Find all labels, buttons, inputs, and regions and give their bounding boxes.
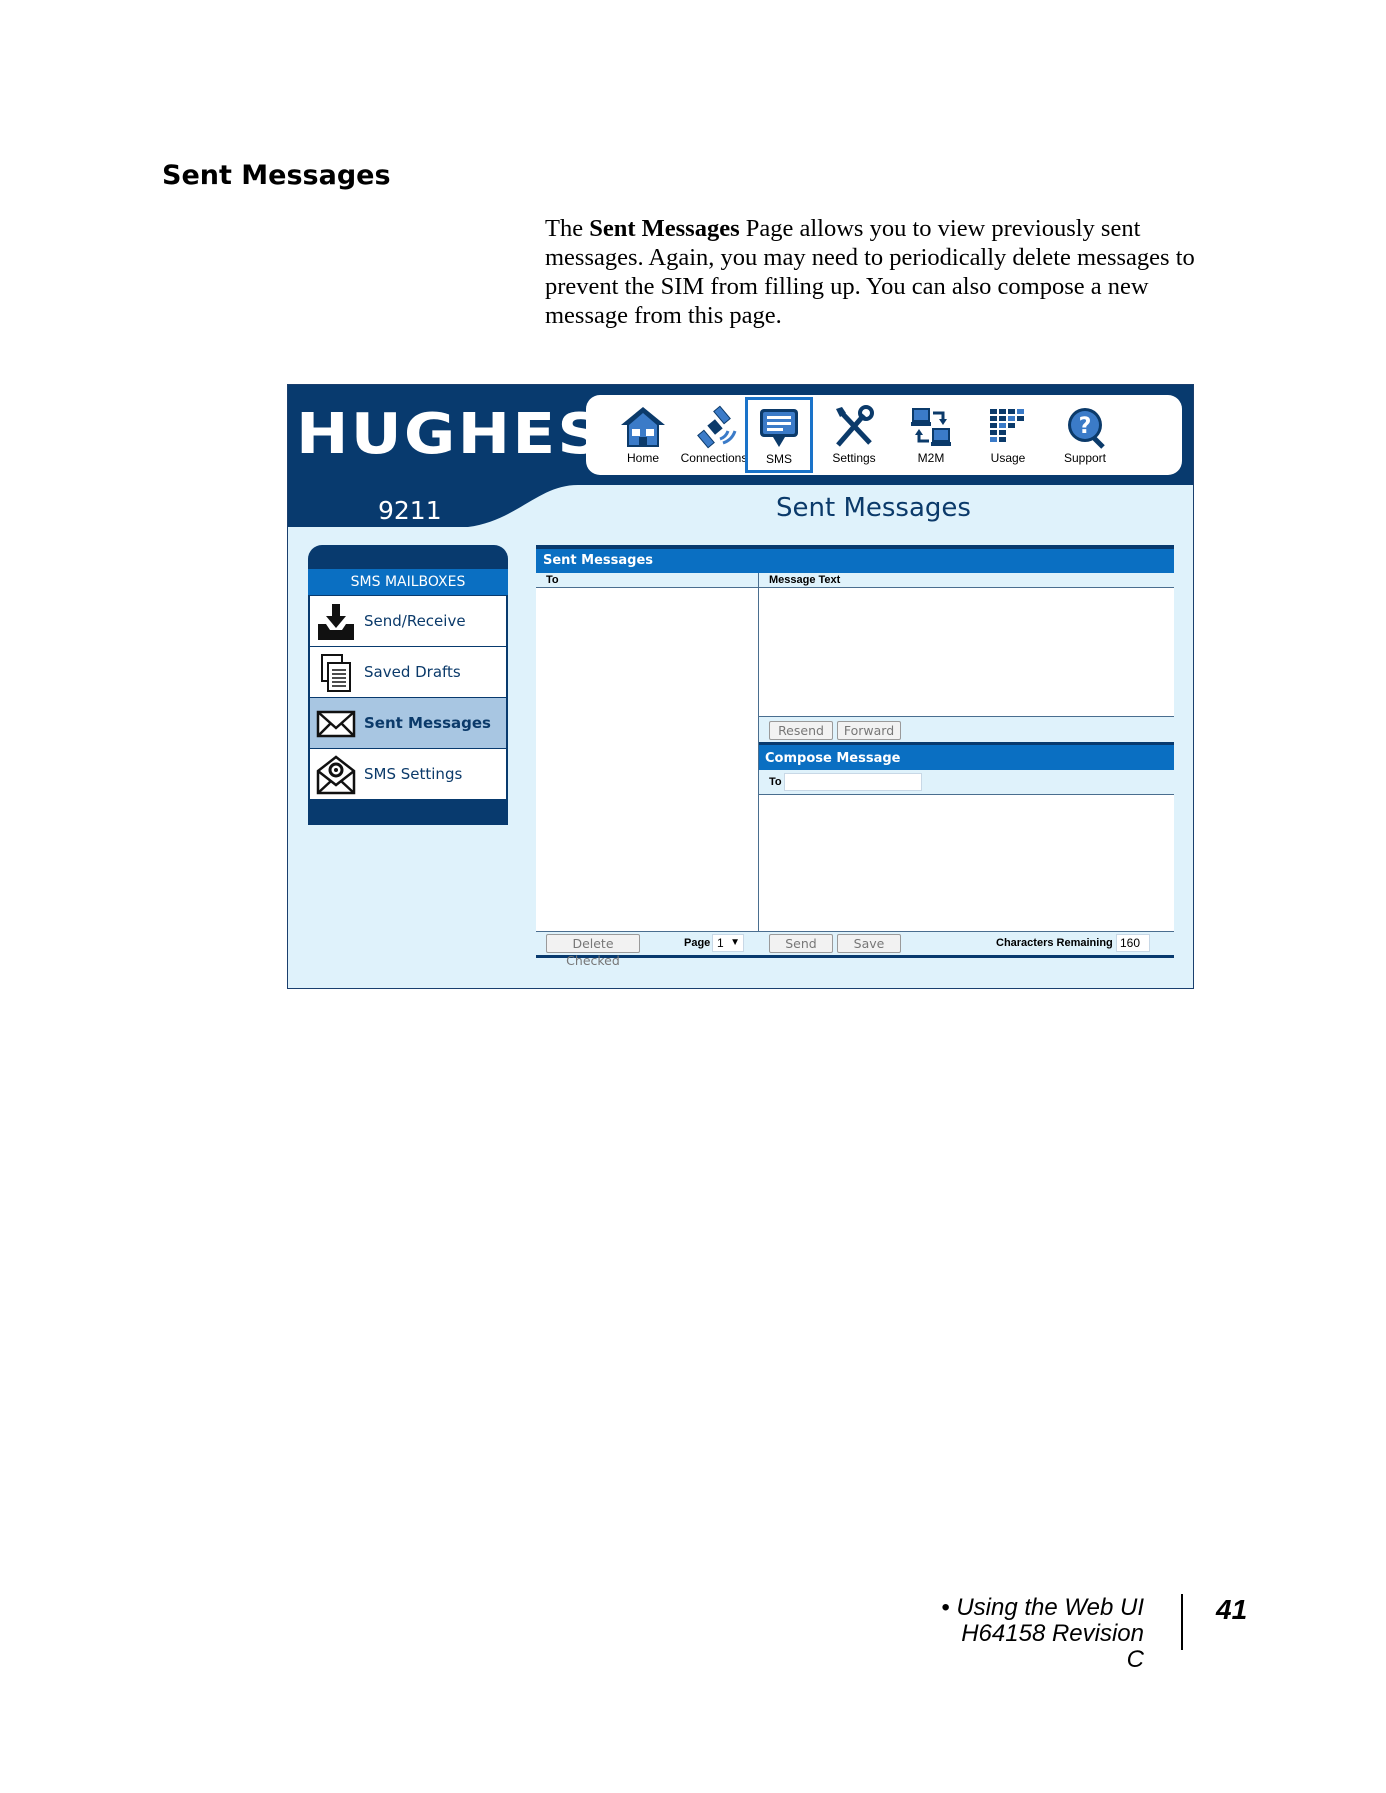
nav-sms[interactable]: SMS <box>745 397 813 473</box>
mailbox-label: Send/Receive <box>364 612 466 630</box>
hughes-logo: HUGHES <box>296 402 605 467</box>
intro-paragraph: The Sent Messages Page allows you to vie… <box>545 215 1195 329</box>
envelope-icon <box>316 710 356 738</box>
characters-remaining-value: 160 <box>1116 934 1150 952</box>
nav-label: Settings <box>832 451 876 465</box>
svg-text:?: ? <box>1079 414 1092 439</box>
m2m-icon <box>911 408 951 446</box>
compose-to-input[interactable] <box>784 773 922 791</box>
col-header-to: To <box>536 573 758 588</box>
page-select[interactable]: 1 ▼ <box>712 934 744 952</box>
page-number: 41 <box>1216 1594 1248 1625</box>
chevron-down-icon: ▼ <box>730 937 740 948</box>
drafts-icon <box>321 654 351 692</box>
footer-separator <box>1181 1594 1183 1650</box>
satellite-icon <box>697 405 737 449</box>
nav-support[interactable]: ? Support <box>1047 399 1123 471</box>
nav-home[interactable]: Home <box>605 399 681 471</box>
page-label: Page <box>684 937 711 949</box>
device-model: 9211 <box>378 496 442 525</box>
col-header-message-text: Message Text <box>759 573 1174 588</box>
nav-connections[interactable]: Connections <box>676 399 752 471</box>
mailbox-send-receive[interactable]: Send/Receive <box>310 596 506 646</box>
page-title: Sent Messages <box>776 493 971 523</box>
nav-label: Support <box>1063 451 1107 465</box>
mailbox-label: SMS Settings <box>364 765 463 783</box>
web-ui-screenshot: HUGHES Home Connections SMS Settings M2M… <box>287 384 1194 989</box>
mailbox-sent-messages[interactable]: Sent Messages <box>310 698 506 748</box>
message-actions-row: Resend Forward <box>759 716 1174 743</box>
mailbox-saved-drafts[interactable]: Saved Drafts <box>310 647 506 697</box>
send-button[interactable]: Send <box>769 934 833 953</box>
compose-message-title: Compose Message <box>759 742 1174 770</box>
resend-button[interactable]: Resend <box>769 721 833 740</box>
intro-bold: Sent Messages <box>589 215 740 242</box>
nav-usage[interactable]: Usage <box>970 399 1046 471</box>
sms-mailboxes-panel: SMS MAILBOXES Send/Receive Saved Drafts … <box>308 545 508 825</box>
nav-label: M2M <box>917 451 945 465</box>
tools-icon <box>836 405 874 447</box>
support-icon: ? <box>1068 408 1105 449</box>
home-icon <box>621 407 665 447</box>
nav-label: SMS <box>765 452 792 466</box>
sms-icon <box>760 409 798 447</box>
sent-messages-title: Sent Messages <box>536 549 1174 573</box>
footer-section: • Using the Web UI H64158 Revision C <box>941 1594 1144 1673</box>
delete-checked-button[interactable]: Delete Checked <box>546 934 640 968</box>
inbox-download-icon <box>318 604 354 640</box>
usage-icon <box>990 409 1024 442</box>
nav-m2m[interactable]: M2M <box>893 399 969 471</box>
main-nav: Home Connections SMS Settings M2M Usage … <box>586 395 1182 475</box>
envelope-gear-icon <box>316 755 356 795</box>
mailbox-sms-settings[interactable]: SMS Settings <box>310 749 506 799</box>
sent-messages-panel: Sent Messages To Message Text Resend For… <box>536 545 1174 968</box>
panel-footer-row: Delete Checked Page 1 ▼ Send Save Charact… <box>536 931 1174 968</box>
mailbox-label: Saved Drafts <box>364 663 461 681</box>
section-heading: Sent Messages <box>162 160 391 191</box>
mailbox-label: Sent Messages <box>364 714 491 732</box>
nav-label: Usage <box>990 451 1026 465</box>
nav-label: Connections <box>680 451 748 465</box>
compose-to-row: To <box>759 770 1174 795</box>
characters-remaining-label: Characters Remaining <box>996 937 1113 949</box>
nav-label: Home <box>626 451 659 465</box>
forward-button[interactable]: Forward <box>837 721 901 740</box>
compose-to-label: To <box>769 776 782 788</box>
nav-settings[interactable]: Settings <box>816 399 892 471</box>
mailbox-title: SMS MAILBOXES <box>308 569 508 595</box>
save-button[interactable]: Save <box>837 934 901 953</box>
